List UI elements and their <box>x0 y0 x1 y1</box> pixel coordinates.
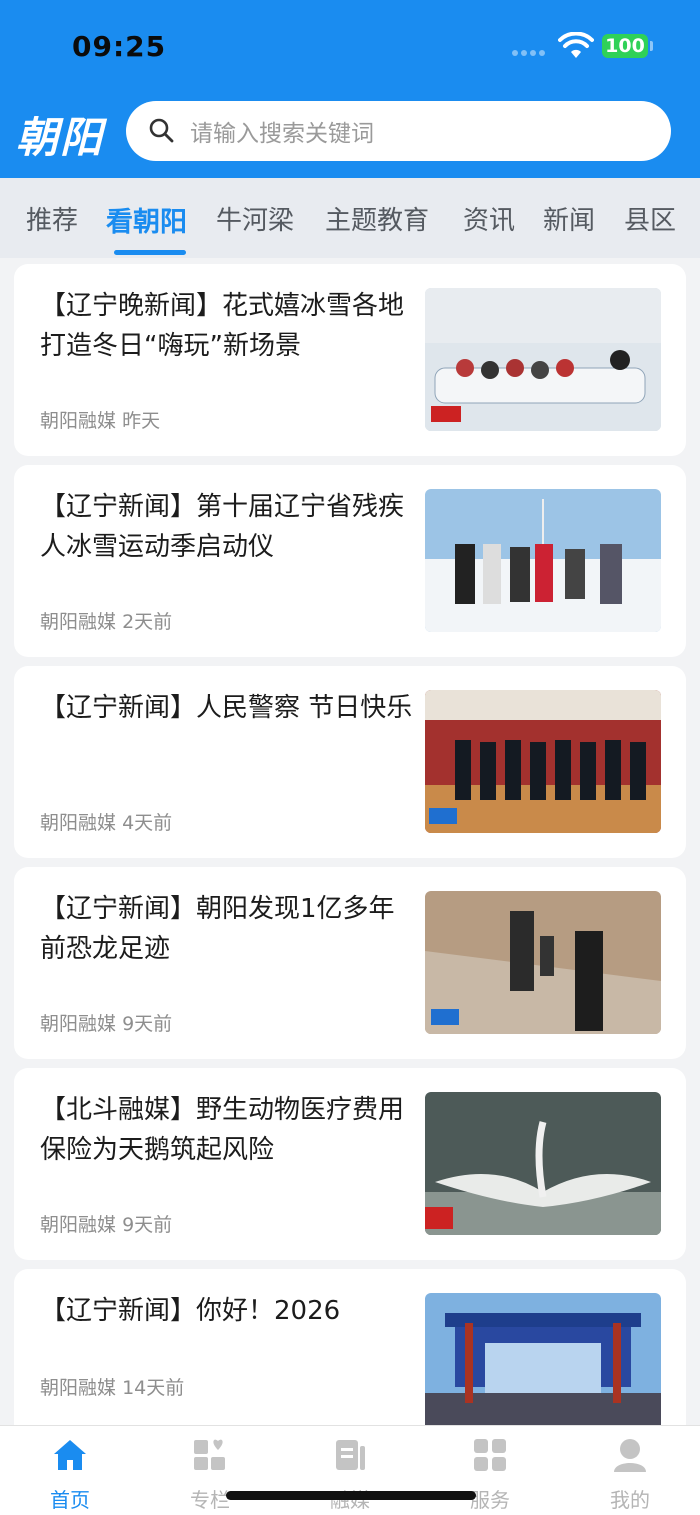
column-icon <box>194 1439 225 1470</box>
news-meta: 朝阳融媒 昨天 <box>40 406 160 433</box>
search-placeholder: 请输入搜索关键词 <box>190 121 374 147</box>
news-meta: 朝阳融媒 9天前 <box>40 1210 172 1237</box>
news-title: 【辽宁新闻】第十届辽宁省残疾人冰雪运动季启动仪 <box>40 492 405 562</box>
news-card[interactable]: 【辽宁新闻】第十届辽宁省残疾人冰雪运动季启动仪 朝阳融媒 2天前 <box>14 465 686 657</box>
home-icon <box>54 1440 86 1470</box>
news-source: 朝阳融媒 <box>40 1013 117 1035</box>
news-thumbnail <box>425 690 661 833</box>
news-title: 【辽宁新闻】朝阳发现1亿多年前恐龙足迹 <box>40 894 395 964</box>
nav-home[interactable]: 首页 <box>25 1438 115 1513</box>
tab-recommend[interactable]: 推荐 <box>26 200 78 237</box>
news-card[interactable]: 【辽宁新闻】你好！2026 朝阳融媒 14天前 <box>14 1269 686 1439</box>
news-source: 朝阳融媒 <box>40 410 117 432</box>
battery-icon: 100 <box>602 34 648 58</box>
news-time: 昨天 <box>122 410 161 432</box>
news-meta: 朝阳融媒 2天前 <box>40 607 172 634</box>
media-icon <box>336 1440 365 1470</box>
wifi-icon <box>558 32 594 58</box>
bottom-nav: 首页 专栏 融媒 服务 我的 <box>0 1425 700 1515</box>
news-thumbnail <box>425 891 661 1034</box>
news-source: 朝阳融媒 <box>40 1214 117 1236</box>
tab-info[interactable]: 资讯 <box>463 200 515 237</box>
news-time: 4天前 <box>122 812 173 834</box>
grid-icon <box>474 1439 506 1471</box>
tab-county[interactable]: 县区 <box>624 200 676 237</box>
news-source: 朝阳融媒 <box>40 611 117 633</box>
news-title: 【辽宁晚新闻】花式嬉冰雪各地打造冬日“嗨玩”新场景 <box>40 291 405 361</box>
status-time: 09:25 <box>72 30 167 63</box>
home-indicator <box>226 1491 476 1500</box>
news-meta: 朝阳融媒 14天前 <box>40 1373 184 1400</box>
news-title: 【辽宁新闻】你好！2026 <box>40 1296 341 1326</box>
news-time: 14天前 <box>122 1377 185 1399</box>
nav-label: 首页 <box>50 1488 90 1512</box>
news-card[interactable]: 【辽宁新闻】朝阳发现1亿多年前恐龙足迹 朝阳融媒 9天前 <box>14 867 686 1059</box>
news-meta: 朝阳融媒 4天前 <box>40 808 172 835</box>
battery-tip <box>650 41 653 51</box>
nav-media[interactable]: 融媒 <box>305 1438 395 1513</box>
news-card[interactable]: 【北斗融媒】野生动物医疗费用保险为天鹅筑起风险 朝阳融媒 9天前 <box>14 1068 686 1260</box>
app-logo: 朝阳 <box>16 113 105 162</box>
search-input[interactable]: 请输入搜索关键词 <box>126 101 671 161</box>
tab-theme-education[interactable]: 主题教育 <box>325 200 429 237</box>
news-source: 朝阳融媒 <box>40 1377 117 1399</box>
search-icon <box>149 118 174 143</box>
tab-news[interactable]: 新闻 <box>543 200 595 237</box>
news-title: 【辽宁新闻】人民警察 节日快乐 <box>40 693 413 723</box>
user-icon <box>614 1439 646 1472</box>
active-tab-indicator <box>114 250 186 255</box>
news-time: 2天前 <box>122 611 173 633</box>
news-thumbnail <box>425 1092 661 1235</box>
news-time: 9天前 <box>122 1214 173 1236</box>
category-tabs: 推荐 看朝阳 牛河梁 主题教育 资讯 新闻 县区 <box>0 178 700 258</box>
news-thumbnail <box>425 489 661 632</box>
news-source: 朝阳融媒 <box>40 812 117 834</box>
signal-icon <box>512 50 545 56</box>
tab-niuheliang[interactable]: 牛河梁 <box>216 200 294 237</box>
news-time: 9天前 <box>122 1013 173 1035</box>
news-thumbnail <box>425 288 661 431</box>
news-meta: 朝阳融媒 9天前 <box>40 1009 172 1036</box>
nav-service[interactable]: 服务 <box>445 1438 535 1513</box>
news-thumbnail <box>425 1293 661 1436</box>
news-title: 【北斗融媒】野生动物医疗费用保险为天鹅筑起风险 <box>40 1095 405 1165</box>
news-card[interactable]: 【辽宁新闻】人民警察 节日快乐 朝阳融媒 4天前 <box>14 666 686 858</box>
nav-column[interactable]: 专栏 <box>165 1438 255 1513</box>
nav-profile[interactable]: 我的 <box>585 1438 675 1513</box>
tab-chaoyang[interactable]: 看朝阳 <box>106 200 187 239</box>
news-card[interactable]: 【辽宁晚新闻】花式嬉冰雪各地打造冬日“嗨玩”新场景 朝阳融媒 昨天 <box>14 264 686 456</box>
nav-label: 我的 <box>610 1488 650 1512</box>
app-header: 09:25 100 朝阳 请输入搜索关键词 <box>0 0 700 178</box>
